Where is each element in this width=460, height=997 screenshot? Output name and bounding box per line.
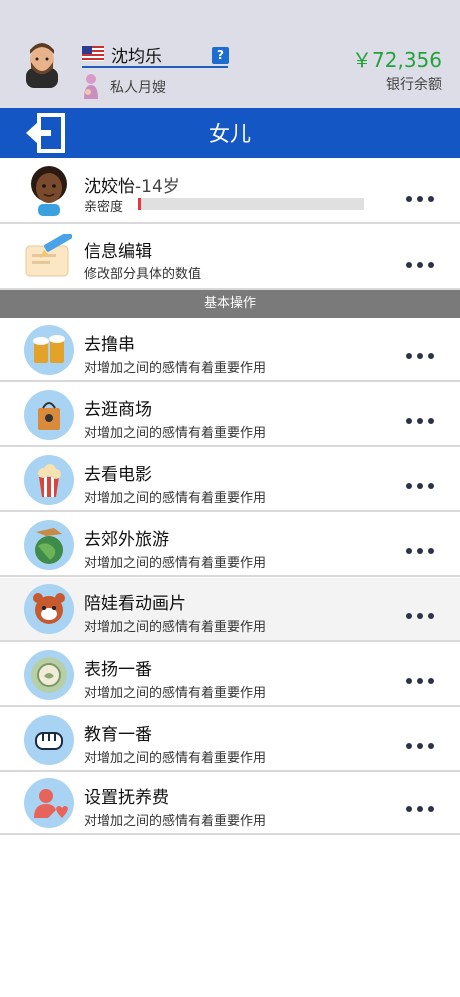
player-name: 沈均乐 [111, 47, 162, 67]
child-avatar [31, 166, 67, 216]
action-title: 教育一番 [84, 725, 152, 745]
action-title: 表扬一番 [84, 660, 152, 680]
more-options-icon[interactable] [406, 483, 436, 493]
edit-notepad-icon [25, 234, 72, 277]
person-heart-icon [24, 778, 74, 828]
job-title: 私人月嫂 [110, 80, 166, 96]
red-panda-icon [24, 584, 74, 634]
action-subtitle: 对增加之间的感情有着重要作用 [84, 814, 267, 829]
action-title: 去看电影 [84, 465, 152, 485]
more-options-icon[interactable] [406, 613, 436, 623]
action-subtitle: 对增加之间的感情有着重要作用 [84, 426, 267, 441]
nanny-job-icon [84, 74, 98, 99]
balance-label: 银行余额 [386, 77, 442, 93]
shopping-bag-icon [24, 390, 74, 440]
more-options-icon[interactable] [406, 196, 436, 206]
action-subtitle: 对增加之间的感情有着重要作用 [84, 751, 267, 766]
money-amount: ￥72,356 [352, 48, 442, 72]
beer-icon [24, 325, 74, 375]
child-name-text: 沈姣怡 [84, 177, 135, 197]
action-row-cartoon[interactable]: 陪娃看动画片 对增加之间的感情有着重要作用 [0, 578, 460, 642]
action-title: 设置抚养费 [84, 788, 169, 808]
action-row-skewers[interactable]: 去撸串 对增加之间的感情有着重要作用 [0, 319, 460, 382]
action-subtitle: 对增加之间的感情有着重要作用 [84, 620, 267, 635]
popcorn-icon [24, 455, 74, 505]
action-row-travel[interactable]: 去郊外旅游 对增加之间的感情有着重要作用 [0, 514, 460, 577]
fist-icon [24, 715, 74, 765]
action-subtitle: 对增加之间的感情有着重要作用 [84, 491, 267, 506]
info-edit-row[interactable]: 信息编辑 修改部分具体的数值 [0, 226, 460, 290]
action-title: 去逛商场 [84, 400, 152, 420]
action-row-praise[interactable]: 表扬一番 对增加之间的感情有着重要作用 [0, 644, 460, 707]
title-bar: 女儿 [0, 108, 460, 158]
child-info-row[interactable]: 沈姣怡-14岁 亲密度 [0, 160, 460, 224]
intimacy-bar [138, 198, 364, 210]
top-status-header: 沈均乐 ? 私人月嫂 ￥72,356 银行余额 [0, 0, 460, 108]
intimacy-label: 亲密度 [84, 200, 124, 215]
child-age: -14岁 [135, 177, 180, 197]
action-row-mall[interactable]: 去逛商场 对增加之间的感情有着重要作用 [0, 384, 460, 447]
action-title: 去郊外旅游 [84, 530, 169, 550]
praise-badge-icon [24, 650, 74, 700]
intimacy-bar-fill [138, 198, 141, 210]
action-subtitle: 对增加之间的感情有着重要作用 [84, 556, 267, 571]
player-name-field[interactable]: 沈均乐 ? [82, 42, 229, 68]
player-avatar[interactable] [20, 40, 64, 88]
info-edit-subtitle: 修改部分具体的数值 [84, 267, 202, 282]
action-row-alimony[interactable]: 设置抚养费 对增加之间的感情有着重要作用 [0, 774, 460, 835]
more-options-icon[interactable] [406, 353, 436, 363]
action-row-educate[interactable]: 教育一番 对增加之间的感情有着重要作用 [0, 709, 460, 772]
more-options-icon[interactable] [406, 548, 436, 558]
action-subtitle: 对增加之间的感情有着重要作用 [84, 686, 267, 701]
info-edit-title: 信息编辑 [84, 242, 152, 262]
action-subtitle: 对增加之间的感情有着重要作用 [84, 361, 267, 376]
action-row-movie[interactable]: 去看电影 对增加之间的感情有着重要作用 [0, 449, 460, 512]
more-options-icon[interactable] [406, 262, 436, 272]
globe-plane-icon [24, 520, 74, 570]
action-title: 陪娃看动画片 [84, 594, 186, 614]
more-options-icon[interactable] [406, 678, 436, 688]
action-title: 去撸串 [84, 335, 135, 355]
more-options-icon[interactable] [406, 806, 436, 816]
more-options-icon[interactable] [406, 418, 436, 428]
more-options-icon[interactable] [406, 743, 436, 753]
section-header-basic-actions: 基本操作 [0, 290, 460, 318]
page-title: 女儿 [209, 122, 251, 146]
help-icon[interactable]: ? [212, 47, 229, 64]
child-name: 沈姣怡-14岁 [84, 172, 180, 197]
us-flag-icon [82, 46, 104, 61]
